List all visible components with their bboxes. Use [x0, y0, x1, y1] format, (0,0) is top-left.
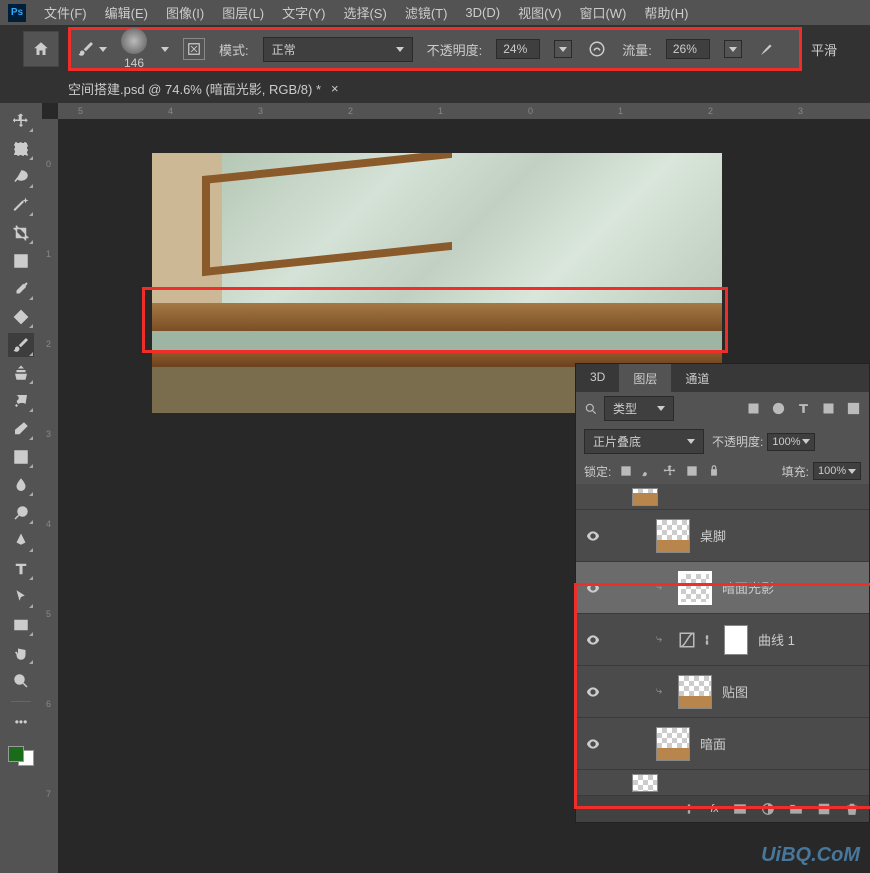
- mode-label: 模式:: [219, 40, 249, 59]
- menu-file[interactable]: 文件(F): [44, 3, 87, 22]
- menu-select[interactable]: 选择(S): [343, 3, 386, 22]
- options-bar: 146 模式: 正常 不透明度: 24% 流量: 26% 平滑: [68, 27, 802, 71]
- tab-close-button[interactable]: ×: [331, 81, 339, 96]
- menu-edit[interactable]: 编辑(E): [105, 3, 148, 22]
- flow-input[interactable]: 26%: [666, 39, 710, 59]
- gradient-tool[interactable]: [8, 445, 34, 469]
- lock-transparent-icon[interactable]: [619, 464, 633, 478]
- menu-type[interactable]: 文字(Y): [282, 3, 325, 22]
- document-tabbar: 空间搭建.psd @ 74.6% (暗面光影, RGB/8) * ×: [0, 73, 870, 103]
- layer-row[interactable]: 桌脚: [576, 510, 869, 562]
- pressure-opacity-icon[interactable]: [586, 38, 608, 60]
- magic-wand-tool[interactable]: [8, 193, 34, 217]
- canvas-area[interactable]: 543210123 01234567 3D 图层 通道 类型: [42, 103, 870, 873]
- layer-name: 桌脚: [700, 526, 726, 545]
- menubar: Ps 文件(F) 编辑(E) 图像(I) 图层(L) 文字(Y) 选择(S) 滤…: [0, 0, 870, 25]
- toolbox: •••: [0, 103, 42, 873]
- tool-preset-picker[interactable]: [77, 40, 107, 58]
- app-logo: Ps: [8, 4, 26, 22]
- menu-help[interactable]: 帮助(H): [644, 3, 688, 22]
- pen-tool[interactable]: [8, 529, 34, 553]
- filter-shape-icon[interactable]: [821, 401, 836, 416]
- menu-image[interactable]: 图像(I): [166, 3, 204, 22]
- lock-paint-icon[interactable]: [641, 464, 655, 478]
- search-icon: [584, 402, 598, 416]
- highlight-box-canvas: [142, 287, 728, 353]
- healing-tool[interactable]: [8, 305, 34, 329]
- tab-channels[interactable]: 通道: [671, 364, 723, 392]
- brush-size: 146: [124, 56, 144, 70]
- menu-layer[interactable]: 图层(L): [222, 3, 264, 22]
- zoom-tool[interactable]: [8, 669, 34, 693]
- lock-artboard-icon[interactable]: [685, 464, 699, 478]
- tab-3d[interactable]: 3D: [576, 364, 619, 392]
- fill-input[interactable]: 100%: [813, 462, 861, 480]
- eyedropper-tool[interactable]: [8, 277, 34, 301]
- filter-type-icon[interactable]: [796, 401, 811, 416]
- crop-tool[interactable]: [8, 221, 34, 245]
- tab-layers[interactable]: 图层: [619, 364, 671, 392]
- smoothing-label: 平滑: [811, 40, 837, 59]
- menu-3d[interactable]: 3D(D): [465, 5, 500, 20]
- layer-thumb: [656, 519, 690, 553]
- layer-row[interactable]: [576, 484, 869, 510]
- opacity-input[interactable]: 24%: [496, 39, 540, 59]
- visibility-toggle[interactable]: [584, 527, 602, 545]
- menu-window[interactable]: 窗口(W): [579, 3, 626, 22]
- main-area: ••• 543210123 01234567 3D 图层 通道: [0, 103, 870, 873]
- history-brush-tool[interactable]: [8, 389, 34, 413]
- dodge-tool[interactable]: [8, 501, 34, 525]
- flow-dropdown[interactable]: [724, 40, 742, 58]
- rectangle-tool[interactable]: [8, 613, 34, 637]
- type-tool[interactable]: [8, 557, 34, 581]
- layer-opacity-input[interactable]: 100%: [767, 433, 815, 451]
- lasso-tool[interactable]: [8, 165, 34, 189]
- brush-panel-toggle[interactable]: [183, 38, 205, 60]
- edit-toolbar[interactable]: •••: [8, 710, 34, 734]
- frame-tool[interactable]: [8, 249, 34, 273]
- clone-stamp-tool[interactable]: [8, 361, 34, 385]
- ruler-horizontal: 543210123: [58, 103, 870, 119]
- fill-label: 填充:: [782, 463, 809, 480]
- menu-view[interactable]: 视图(V): [518, 3, 561, 22]
- move-tool[interactable]: [8, 109, 34, 133]
- filter-pixel-icon[interactable]: [746, 401, 761, 416]
- watermark: UiBQ.CoM: [761, 844, 860, 867]
- color-swatch[interactable]: [8, 746, 34, 766]
- filter-smart-icon[interactable]: [846, 401, 861, 416]
- flow-label: 流量:: [622, 40, 652, 59]
- brush-tool[interactable]: [8, 333, 34, 357]
- blur-tool[interactable]: [8, 473, 34, 497]
- lock-position-icon[interactable]: [663, 464, 677, 478]
- brush-dropdown[interactable]: [161, 47, 169, 52]
- lock-all-icon[interactable]: [707, 464, 721, 478]
- airbrush-icon[interactable]: [756, 38, 778, 60]
- home-button[interactable]: [23, 31, 59, 67]
- ruler-vertical: 01234567: [42, 119, 58, 873]
- lock-label: 锁定:: [584, 463, 611, 480]
- layer-thumb: [632, 488, 658, 506]
- panel-tabs: 3D 图层 通道: [576, 364, 869, 392]
- menu-filter[interactable]: 滤镜(T): [405, 3, 448, 22]
- layer-opacity-label: 不透明度:: [712, 433, 763, 450]
- brush-preset-picker[interactable]: 146: [121, 28, 147, 70]
- layer-blend-mode[interactable]: 正片叠底: [584, 429, 704, 454]
- filter-type-select[interactable]: 类型: [604, 396, 674, 421]
- hand-tool[interactable]: [8, 641, 34, 665]
- document-title: 空间搭建.psd @ 74.6% (暗面光影, RGB/8) *: [68, 79, 321, 98]
- opacity-label: 不透明度:: [427, 40, 483, 59]
- marquee-tool[interactable]: [8, 137, 34, 161]
- path-select-tool[interactable]: [8, 585, 34, 609]
- document-tab[interactable]: 空间搭建.psd @ 74.6% (暗面光影, RGB/8) * ×: [56, 75, 351, 102]
- blend-mode-select[interactable]: 正常: [263, 37, 413, 62]
- eraser-tool[interactable]: [8, 417, 34, 441]
- highlight-box-layers: [574, 583, 870, 809]
- filter-adjust-icon[interactable]: [771, 401, 786, 416]
- opacity-dropdown[interactable]: [554, 40, 572, 58]
